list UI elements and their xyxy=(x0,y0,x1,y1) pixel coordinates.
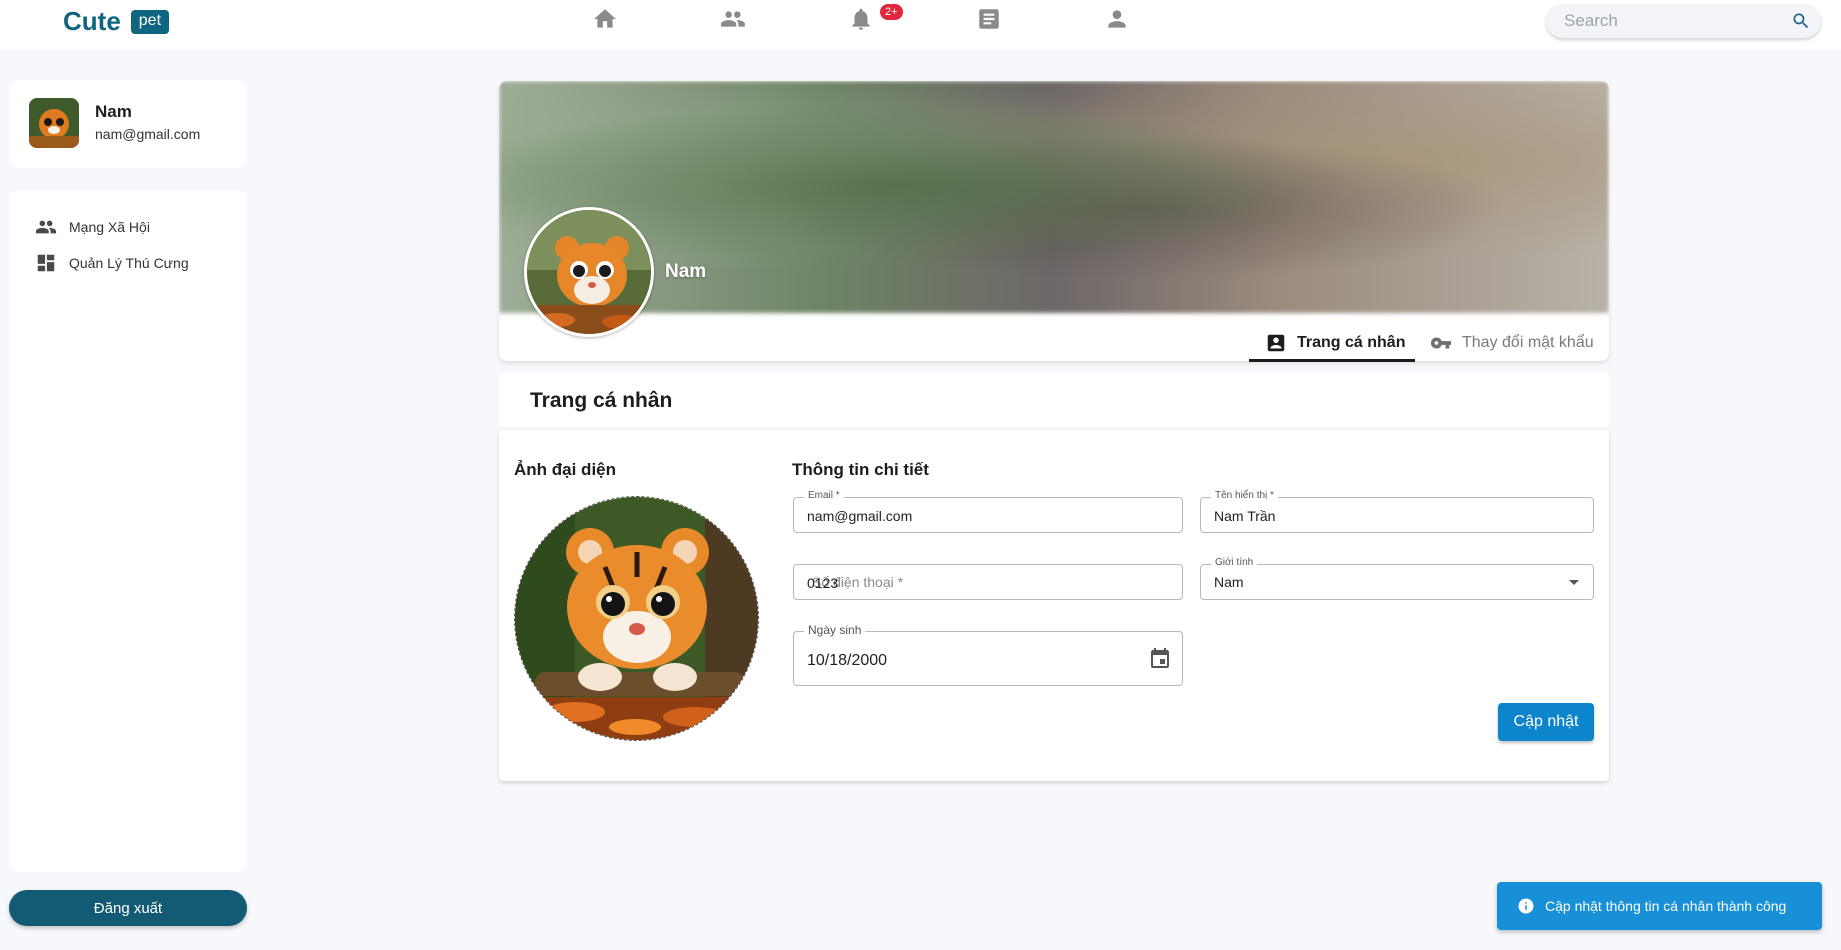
sidebar-item-label: Quản Lý Thú Cưng xyxy=(69,255,189,271)
group-icon[interactable] xyxy=(720,6,746,32)
avatar-heading: Ảnh đại diện xyxy=(514,460,616,479)
tab-label: Thay đổi mật khẩu xyxy=(1462,334,1594,351)
contact-card-icon xyxy=(1267,334,1285,351)
tab-change-password[interactable]: Thay đổi mật khẩu xyxy=(1430,326,1594,360)
profile-name: Nam xyxy=(665,261,707,282)
page-title: Trang cá nhân xyxy=(530,389,673,412)
sidebar-user-card[interactable]: Nam nam@gmail.com xyxy=(9,80,247,168)
notification-badge: 2+ xyxy=(880,4,903,20)
info-icon xyxy=(1518,898,1534,914)
sidebar-item-pet-management[interactable]: Quản Lý Thú Cưng xyxy=(35,252,189,274)
bell-icon[interactable] xyxy=(848,6,874,32)
success-toast[interactable]: Cập nhật thông tin cá nhân thành công xyxy=(1497,882,1822,930)
update-button[interactable]: Cập nhật xyxy=(1498,703,1594,741)
toast-message: Cập nhật thông tin cá nhân thành công xyxy=(1545,898,1787,914)
email-field[interactable]: Email * nam@gmail.com xyxy=(793,490,1183,533)
home-icon[interactable] xyxy=(592,6,618,32)
phone-field[interactable]: Số điện thoại * 0123 xyxy=(793,564,1183,600)
birthday-value: 10/18/2000 xyxy=(807,652,888,669)
sidebar-item-social[interactable]: Mạng Xã Hội xyxy=(35,216,150,238)
gender-label: Giới tính xyxy=(1211,557,1258,568)
sidebar-item-label: Mạng Xã Hội xyxy=(69,219,150,235)
section-header: Trang cá nhân xyxy=(499,373,1609,427)
article-icon[interactable] xyxy=(976,6,1002,32)
profile-form: Ảnh đại diện Thông tin chi tiết Email * … xyxy=(499,430,1609,781)
people-icon xyxy=(35,220,57,234)
profile-avatar[interactable] xyxy=(524,207,654,337)
email-label: Email * xyxy=(804,490,844,501)
logo[interactable]: Cute pet xyxy=(63,6,170,37)
avatar xyxy=(29,98,79,148)
sidebar-menu: Mạng Xã Hội Quản Lý Thú Cưng xyxy=(9,190,247,872)
birthday-field[interactable]: Ngày sinh 10/18/2000 xyxy=(793,623,1183,686)
profile-header xyxy=(499,81,1609,361)
search-icon[interactable] xyxy=(1791,11,1811,31)
person-icon[interactable] xyxy=(1104,6,1130,32)
chevron-down-icon xyxy=(1569,580,1579,585)
logo-badge: pet xyxy=(130,9,170,34)
logo-text: Cute xyxy=(63,6,121,36)
avatar-upload[interactable] xyxy=(514,496,759,741)
search-input[interactable] xyxy=(1546,11,1771,31)
tab-label: Trang cá nhân xyxy=(1297,333,1406,351)
gender-value: Nam xyxy=(1214,574,1244,590)
key-icon xyxy=(1430,337,1452,349)
birthday-label: Ngày sinh xyxy=(804,623,866,637)
search-box xyxy=(1546,4,1821,38)
user-name: Nam xyxy=(95,102,132,121)
calendar-icon[interactable] xyxy=(1148,647,1172,671)
email-value: nam@gmail.com xyxy=(807,508,913,524)
gender-select[interactable]: Giới tính Nam xyxy=(1200,557,1594,600)
tab-profile[interactable]: Trang cá nhân xyxy=(1249,326,1415,362)
details-heading: Thông tin chi tiết xyxy=(792,460,929,479)
display-name-value: Nam Trần xyxy=(1214,508,1276,524)
phone-value: 0123 xyxy=(807,575,839,591)
top-bar: Cute pet 2+ xyxy=(0,0,1841,50)
display-name-label: Tên hiển thị * xyxy=(1211,490,1278,501)
logout-button[interactable]: Đăng xuất xyxy=(9,890,247,926)
user-email: nam@gmail.com xyxy=(95,126,201,142)
display-name-field[interactable]: Tên hiển thị * Nam Trần xyxy=(1200,490,1594,533)
dashboard-icon xyxy=(37,254,55,272)
